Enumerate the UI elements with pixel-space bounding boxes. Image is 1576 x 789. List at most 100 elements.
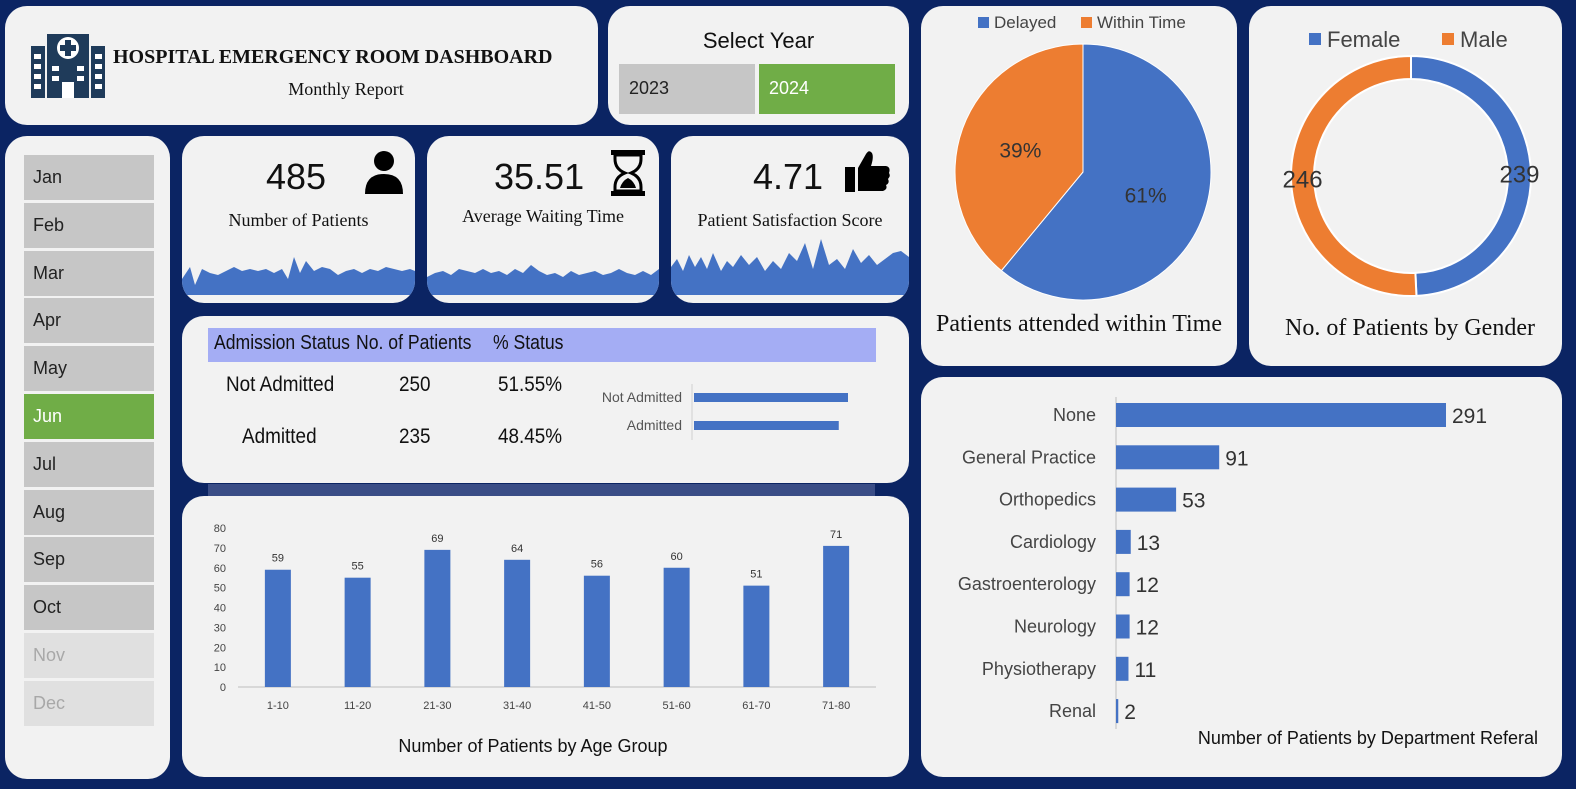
gender-legend-label: Male [1460,27,1508,52]
time-pie-label: 39% [999,139,1041,162]
kpi-card-patients: 485 Number of Patients [182,136,415,303]
age-chart-title: Number of Patients by Age Group [398,736,667,756]
admission-row-1-pct: 51.55% [498,373,563,396]
gender-donut-label: 246 [1283,166,1323,193]
dept-data-label: 2 [1124,701,1136,724]
admission-col-pct: % Status [493,332,564,354]
age-data-label: 64 [511,543,523,555]
dept-category-label: General Practice [962,447,1096,467]
kpi-card-waiting: 35.51 Average Waiting Time [427,136,659,303]
age-xtick-label: 71-80 [822,700,850,712]
age-ytick-label: 30 [214,622,226,634]
admission-mini-chart: Not Admitted Admitted [602,384,848,440]
dept-data-label: 12 [1136,617,1159,640]
waiting-sparkline [427,265,659,295]
attended-time-chart-panel: 61% 39% Delayed Within Time Patients attende… [921,6,1237,366]
age-data-label: 60 [671,551,683,563]
age-ytick-label: 40 [214,603,226,615]
age-bar [424,549,451,687]
age-xtick-label: 61-70 [742,700,770,712]
age-group-chart-panel: 0 10 20 30 40 50 60 70 80 59 1-10 55 11-20 69 21-30 64 3… [182,496,909,777]
time-pie-label: 61% [1125,185,1167,208]
admission-row-1-count: 250 [399,373,431,396]
admission-mini-bar [694,421,839,430]
month-button-nov[interactable]: Nov [24,633,154,678]
age-bar [583,575,610,687]
age-bar [504,559,531,687]
dept-bar [1116,699,1119,724]
patients-sparkline [182,257,415,295]
dept-data-label: 53 [1182,490,1205,513]
person-icon [365,151,403,194]
year-button-2023[interactable]: 2023 [619,64,755,114]
attended-time-pie-chart: 61% 39% Delayed Within Time Patients attende… [936,13,1222,337]
month-button-mar[interactable]: Mar [24,250,154,296]
gender-legend-label: Female [1327,27,1400,52]
dept-category-label: Renal [1049,701,1096,721]
gender-legend-swatch [1309,33,1321,45]
month-button-dec[interactable]: Dec [24,680,154,726]
month-button-aug[interactable]: Aug [24,489,154,535]
time-legend-label: Delayed [994,13,1056,32]
age-ytick-label: 0 [220,682,226,694]
age-bar [344,577,371,687]
age-ytick-label: 70 [214,543,226,555]
year-button-2024[interactable]: 2024 [759,64,895,114]
age-ytick-label: 20 [214,642,226,654]
admission-row-1-status: Not Admitted [226,373,335,396]
month-button-sep[interactable]: Sep [24,537,154,583]
month-button-oct[interactable]: Oct [24,585,154,631]
age-bar [663,567,690,687]
dept-chart-title: Number of Patients by Department Referal [1198,728,1538,748]
age-xtick-label: 41-50 [583,700,611,712]
gender-chart-title: No. of Patients by Gender [1285,315,1535,341]
age-data-label: 56 [591,559,603,571]
age-xtick-label: 51-60 [663,700,691,712]
dept-category-label: None [1053,405,1096,425]
dept-category-label: Neurology [1014,617,1096,637]
dashboard-title: HOSPITAL EMERGENCY ROOM DASHBOARD [113,46,553,68]
gender-donut-chart: 239 246 Female Male No. of Patients by Gende… [1283,27,1540,341]
gender-legend-swatch [1442,33,1454,45]
admission-row-2-count: 235 [399,425,431,448]
gender-donut-label: 239 [1499,162,1539,189]
month-button-apr[interactable]: Apr [24,298,154,344]
month-button-jun[interactable]: Jun [24,394,154,439]
age-bar [743,585,770,687]
age-xtick-label: 11-20 [344,700,371,712]
dept-data-label: 13 [1137,532,1160,555]
time-chart-title: Patients attended within Time [936,311,1222,337]
month-button-feb[interactable]: Feb [24,202,154,248]
dept-category-label: Orthopedics [999,490,1096,510]
year-selector-label: Select Year [702,28,815,53]
admission-col-count: No. of Patients [356,332,472,354]
kpi-waiting-value: 35.51 [494,156,585,197]
age-ytick-label: 80 [214,523,226,535]
age-ytick-label: 50 [214,583,226,595]
age-xtick-label: 1-10 [267,700,289,712]
dashboard-subtitle: Monthly Report [288,79,404,99]
admission-mini-label: Admitted [627,417,682,433]
gender-chart-panel: 239 246 Female Male No. of Patients by Gende… [1249,6,1562,366]
time-legend-swatch [1081,17,1092,28]
satisfaction-sparkline [671,239,909,295]
dept-bar [1116,529,1131,554]
dept-bar [1116,487,1177,512]
year-selector-panel: Select Year 2023 2024 [608,6,909,125]
month-button-jul[interactable]: Jul [24,441,154,487]
dept-bar [1116,403,1446,427]
age-data-label: 55 [352,561,364,573]
age-data-label: 71 [830,529,842,541]
admission-status-panel: Admission Status No. of Patients % Statu… [182,316,909,483]
month-button-jan[interactable]: Jan [24,155,154,200]
age-data-label: 59 [272,553,284,565]
title-panel: HOSPITAL EMERGENCY ROOM DASHBOARD Monthl… [5,6,598,125]
age-ytick-label: 10 [214,662,226,674]
dept-bar [1116,445,1220,470]
month-slicer: Jan Feb Mar Apr May Jun Jul Aug Sep Oct Nov Dec [5,136,170,779]
hospital-icon [31,34,105,98]
department-referral-chart-panel: None 291 General Practice 91 Orthopedics 53 Ca… [921,377,1562,777]
kpi-satisfaction-value: 4.71 [753,156,824,197]
month-button-may[interactable]: May [24,346,154,392]
dept-bar [1116,572,1130,597]
